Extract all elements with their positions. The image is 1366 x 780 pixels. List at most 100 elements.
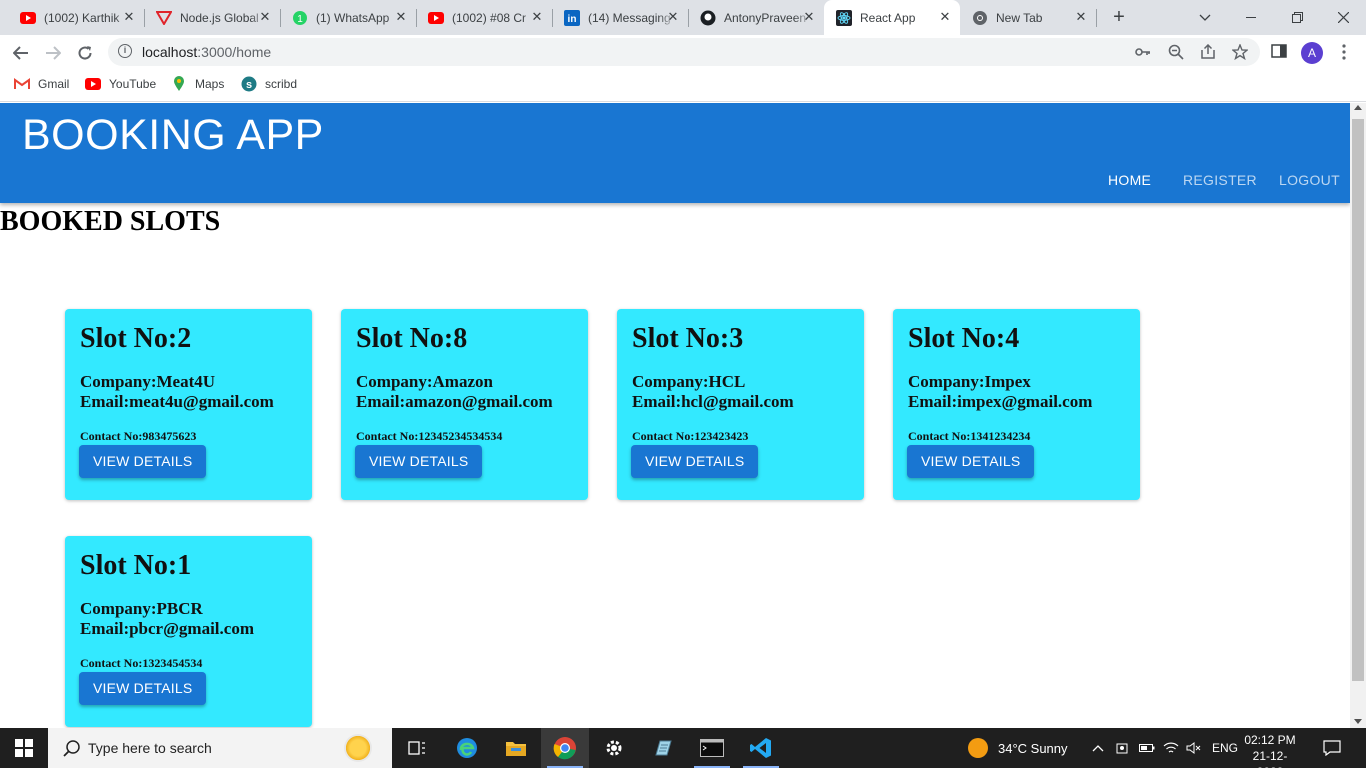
tab-search-icon[interactable] <box>1182 0 1228 35</box>
view-details-button[interactable]: VIEW DETAILS <box>907 445 1035 478</box>
profile-avatar[interactable]: A <box>1301 42 1323 64</box>
close-tab-icon[interactable]: ✕ <box>666 10 680 24</box>
bookmark-label: YouTube <box>109 77 157 91</box>
search-placeholder: Type here to search <box>88 740 212 756</box>
slot-contact: Contact No:123423423 <box>632 429 749 443</box>
nav-register[interactable]: REGISTER <box>1183 172 1257 188</box>
slot-number: Slot No:4 <box>908 323 1020 354</box>
slot-number: Slot No:8 <box>356 323 468 354</box>
clock-date: 21-12-2022 <box>1252 749 1288 779</box>
close-tab-icon[interactable]: ✕ <box>938 10 952 24</box>
taskbar-clock[interactable]: 02:12 PM 21-12-2022 <box>1240 732 1300 780</box>
browser-tab-active[interactable]: React App ✕ <box>824 0 960 35</box>
browser-tab[interactable]: Node.js Global ✕ <box>136 0 281 35</box>
weather-widget[interactable]: 34°C Sunny <box>968 728 1068 768</box>
slot-contact: Contact No:12345234534534 <box>356 429 503 443</box>
view-details-button[interactable]: VIEW DETAILS <box>79 672 207 705</box>
browser-tab[interactable]: 1 (1) WhatsApp ✕ <box>272 0 417 35</box>
weather-sun-icon <box>344 734 372 762</box>
bookmark-scribd[interactable]: s scribd <box>241 76 297 92</box>
zoom-icon[interactable] <box>1168 44 1184 60</box>
bookmark-maps[interactable]: Maps <box>171 76 224 92</box>
tab-title: New Tab <box>996 10 1043 25</box>
key-icon[interactable] <box>1135 44 1151 60</box>
edge-icon[interactable] <box>443 728 491 768</box>
reload-icon[interactable] <box>73 41 97 65</box>
vercel-icon <box>156 10 172 26</box>
bookmark-youtube[interactable]: YouTube <box>85 76 156 92</box>
meet-now-icon[interactable] <box>1115 728 1129 768</box>
bookmark-label: scribd <box>265 77 298 91</box>
language-indicator[interactable]: ENG <box>1212 728 1238 768</box>
url-text[interactable]: localhost:3000/home <box>142 44 271 60</box>
close-tab-icon[interactable]: ✕ <box>258 10 272 24</box>
scroll-up-icon[interactable] <box>1354 105 1362 110</box>
browser-tab[interactable]: New Tab ✕ <box>960 0 1097 35</box>
wifi-icon[interactable] <box>1163 728 1179 768</box>
forward-arrow-icon[interactable] <box>41 41 65 65</box>
address-bar[interactable]: i localhost:3000/home <box>108 38 1260 66</box>
slot-contact: Contact No:1323454534 <box>80 656 203 670</box>
url-path: :3000/home <box>197 44 272 60</box>
file-explorer-icon[interactable] <box>492 728 540 768</box>
slot-number: Slot No:3 <box>632 323 744 354</box>
page-scrollbar[interactable] <box>1350 103 1366 728</box>
close-tab-icon[interactable]: ✕ <box>122 10 136 24</box>
notepad-icon[interactable] <box>639 728 687 768</box>
windows-taskbar: Type here to search 34°C Sunny ENG 02:12… <box>0 728 1366 779</box>
show-hidden-icons-icon[interactable] <box>1092 728 1104 768</box>
vscode-icon[interactable] <box>737 728 785 768</box>
browser-tab[interactable]: in (14) Messaging ✕ <box>544 0 689 35</box>
bookmark-gmail[interactable]: Gmail <box>14 76 69 92</box>
browser-tab[interactable]: (1002) #08 Cr ✕ <box>408 0 553 35</box>
share-icon[interactable] <box>1200 43 1216 60</box>
close-tab-icon[interactable]: ✕ <box>394 10 408 24</box>
tab-title: React App <box>860 10 916 25</box>
view-details-button[interactable]: VIEW DETAILS <box>79 445 207 478</box>
slot-card: Slot No:3 Company:HCL Email:hcl@gmail.co… <box>617 309 864 500</box>
side-panel-icon[interactable] <box>1271 44 1287 60</box>
svg-text:s: s <box>246 79 252 91</box>
browser-tab[interactable]: (1002) Karthik ✕ <box>0 0 145 35</box>
settings-gear-icon[interactable] <box>590 728 638 768</box>
taskbar-search[interactable]: Type here to search <box>48 728 392 768</box>
app-brand: BOOKING APP <box>22 111 324 159</box>
weather-text: 34°C Sunny <box>998 740 1068 756</box>
close-tab-icon[interactable]: ✕ <box>530 10 544 24</box>
github-icon <box>700 10 716 26</box>
url-host: localhost <box>142 44 198 60</box>
chrome-icon[interactable] <box>541 728 589 768</box>
task-view-icon[interactable] <box>393 728 441 768</box>
close-window-icon[interactable] <box>1320 0 1366 35</box>
terminal-icon[interactable] <box>688 728 736 768</box>
nav-logout[interactable]: LOGOUT <box>1279 172 1340 188</box>
tab-strip: (1002) Karthik ✕ Node.js Global ✕ 1 (1) … <box>0 0 1366 35</box>
battery-icon[interactable] <box>1139 728 1155 768</box>
site-info-icon[interactable]: i <box>118 44 132 58</box>
bookmark-star-icon[interactable] <box>1231 43 1249 61</box>
slot-company: Company:Impex <box>908 372 1031 391</box>
svg-text:in: in <box>568 14 577 25</box>
view-details-button[interactable]: VIEW DETAILS <box>631 445 759 478</box>
restore-icon[interactable] <box>1274 0 1320 35</box>
more-menu-icon[interactable] <box>1336 44 1352 60</box>
close-tab-icon[interactable]: ✕ <box>802 10 816 24</box>
view-details-button[interactable]: VIEW DETAILS <box>355 445 483 478</box>
windows-start-icon[interactable] <box>0 728 48 768</box>
slot-company: Company:Amazon <box>356 372 493 391</box>
back-arrow-icon[interactable] <box>9 41 33 65</box>
nav-home[interactable]: HOME <box>1108 172 1151 188</box>
slot-card: Slot No:2 Company:Meat4U Email:meat4u@gm… <box>65 309 312 500</box>
minimize-icon[interactable] <box>1228 0 1274 35</box>
gmail-icon <box>14 77 30 91</box>
bookmark-label: Gmail <box>38 77 70 91</box>
scrollbar-thumb[interactable] <box>1352 119 1364 681</box>
search-icon <box>62 739 82 759</box>
scroll-down-icon[interactable] <box>1354 719 1362 724</box>
browser-tab[interactable]: AntonyPraveen ✕ <box>680 0 825 35</box>
slot-number: Slot No:1 <box>80 550 192 581</box>
close-tab-icon[interactable]: ✕ <box>1074 10 1088 24</box>
volume-muted-icon[interactable] <box>1186 728 1202 768</box>
new-tab-icon[interactable]: + <box>1109 7 1129 27</box>
notifications-icon[interactable] <box>1323 728 1341 768</box>
